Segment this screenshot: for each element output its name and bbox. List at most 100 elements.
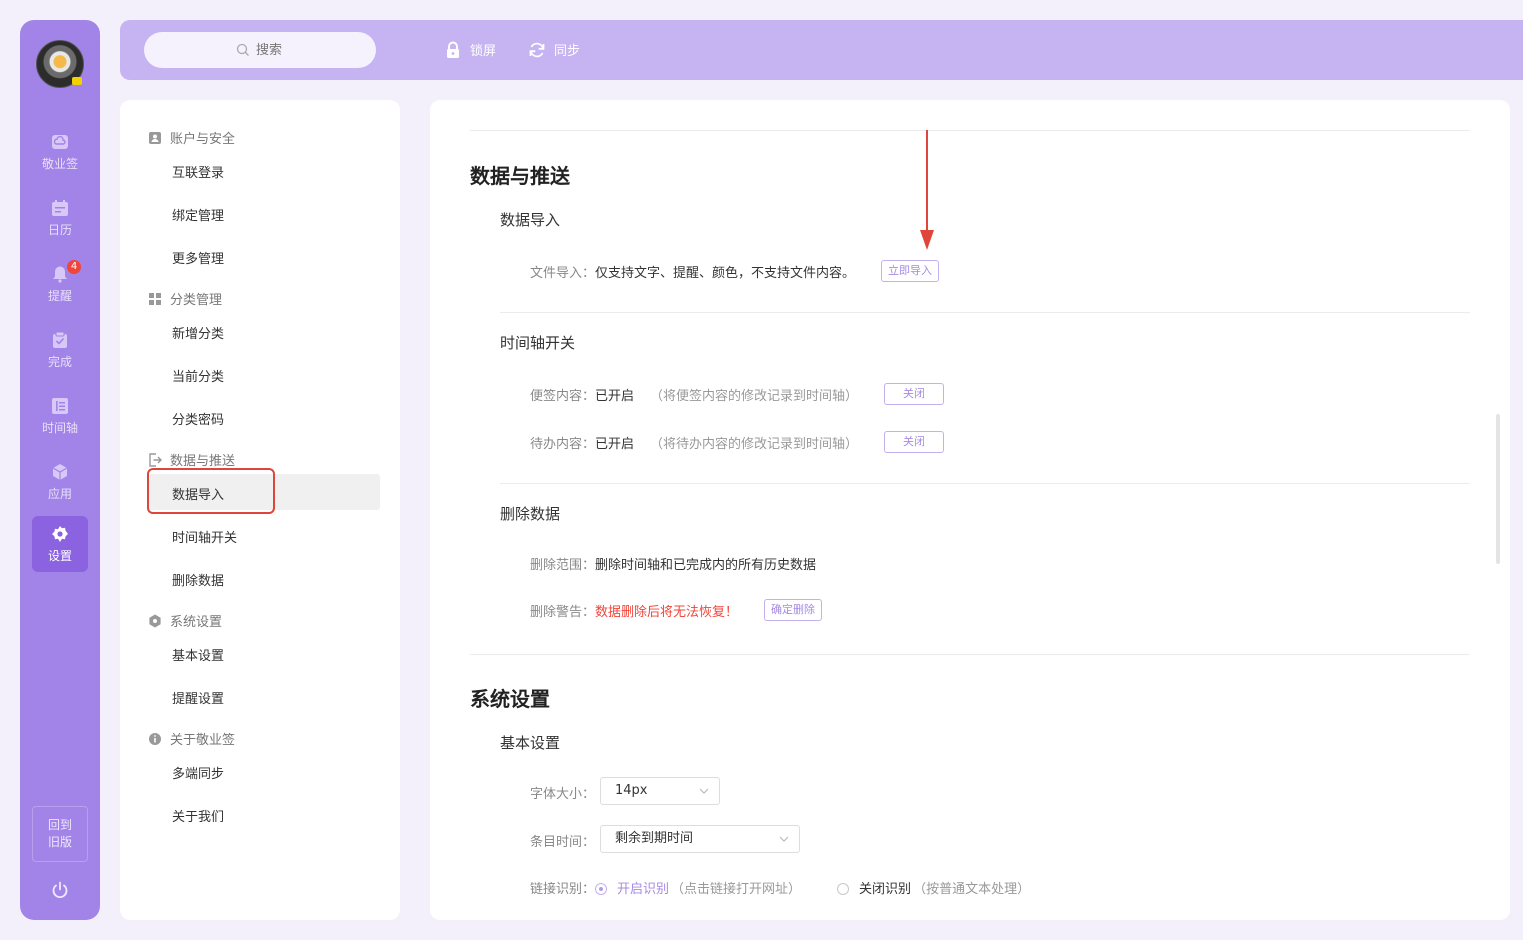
settings-nav: 账户与安全 互联登录 绑定管理 更多管理 分类管理 新增分类 当前分类 分类密码… xyxy=(120,100,400,920)
rail-item-label: 应用 xyxy=(47,487,72,501)
link-off-option[interactable]: 关闭识别 xyxy=(837,878,911,897)
nav-group-about: 关于敬业签 xyxy=(148,729,235,748)
item-time-row: 条目时间： xyxy=(530,831,595,850)
old-version-button[interactable]: 回到旧版 xyxy=(32,806,88,862)
import-label: 文件导入： xyxy=(530,265,596,281)
subsection-title-timeline: 时间轴开关 xyxy=(500,334,576,352)
nav-item-about-us[interactable]: 关于我们 xyxy=(172,806,224,825)
chevron-down-icon xyxy=(699,788,709,794)
link-on-label: 开启识别 xyxy=(617,882,670,897)
timeline-todo-row: 待办内容： 已开启 （将待办内容的修改记录到时间轴） 关闭 xyxy=(530,431,945,453)
timeline-note-row: 便签内容： 已开启 （将便签内容的修改记录到时间轴） 关闭 xyxy=(530,383,945,405)
link-on-hint: （点击链接打开网址） xyxy=(671,882,802,897)
nav-item-new-category[interactable]: 新增分类 xyxy=(172,323,224,342)
font-size-select[interactable]: 14px xyxy=(600,777,720,805)
search-icon xyxy=(236,43,249,56)
todo-close-button[interactable]: 关闭 xyxy=(884,431,945,453)
info-icon xyxy=(149,732,161,745)
link-detect-row: 链接识别： 开启识别 （点击链接打开网址） 关闭识别 （按普通文本处理） xyxy=(530,878,1030,897)
link-off-hint: （按普通文本处理） xyxy=(913,882,1031,897)
rail-item-label: 完成 xyxy=(47,355,72,369)
chevron-down-icon xyxy=(779,836,789,842)
font-size-value: 14px xyxy=(615,783,648,798)
account-icon xyxy=(149,131,161,144)
rail-item-calendar[interactable]: 日历 xyxy=(32,190,88,246)
nav-group-title: 分类管理 xyxy=(170,293,223,308)
font-size-row: 字体大小： xyxy=(530,783,595,802)
rail-item-notes[interactable]: 敬业签 xyxy=(32,124,88,180)
annotation-highlight-box xyxy=(147,468,275,514)
export-icon xyxy=(149,452,162,467)
reminder-count-badge: 4 xyxy=(67,260,81,274)
rail-item-settings[interactable]: 设置 xyxy=(32,516,88,572)
rail-item-label: 提醒 xyxy=(47,289,72,303)
rail-item-apps[interactable]: 应用 xyxy=(32,454,88,510)
divider xyxy=(500,312,1470,313)
nav-item-reminder-settings[interactable]: 提醒设置 xyxy=(172,688,224,707)
link-on-option[interactable]: 开启识别 xyxy=(595,878,669,897)
subsection-title-import: 数据导入 xyxy=(500,211,561,229)
cloud-note-icon xyxy=(52,135,68,149)
nav-item-current-category[interactable]: 当前分类 xyxy=(172,366,224,385)
nav-group-title: 账户与安全 xyxy=(170,132,236,147)
clipboard-check-icon xyxy=(53,331,67,348)
left-rail: 敬业签 日历 提醒 4 完成 时间轴 应用 设置 回到旧版 xyxy=(20,20,100,920)
sync-label: 同步 xyxy=(554,44,581,59)
nav-item-more[interactable]: 更多管理 xyxy=(172,248,224,267)
calendar-icon xyxy=(52,200,68,216)
item-time-select[interactable]: 剩余到期时间 xyxy=(600,825,800,853)
delete-warning-label: 删除警告： xyxy=(530,604,596,620)
nav-group-category: 分类管理 xyxy=(148,289,222,308)
nav-group-title: 数据与推送 xyxy=(170,454,236,469)
nav-item-delete-data[interactable]: 删除数据 xyxy=(172,570,224,589)
delete-warning-text: 数据删除后将无法恢复！ xyxy=(595,604,739,620)
rail-item-label: 设置 xyxy=(47,549,72,563)
rail-item-label: 日历 xyxy=(47,223,72,237)
rail-item-done[interactable]: 完成 xyxy=(32,322,88,378)
todo-hint: （将待办内容的修改记录到时间轴） xyxy=(650,436,859,452)
delete-range-row: 删除范围： 删除时间轴和已完成内的所有历史数据 xyxy=(530,554,816,573)
sync-button[interactable]: 同步 xyxy=(528,40,580,59)
import-now-button[interactable]: 立即导入 xyxy=(881,260,940,282)
sync-icon xyxy=(529,42,545,57)
divider xyxy=(470,654,1470,655)
lock-screen-label: 锁屏 xyxy=(470,44,497,59)
gear-icon xyxy=(52,526,68,542)
power-icon[interactable] xyxy=(50,880,70,900)
confirm-delete-button[interactable]: 确定删除 xyxy=(764,599,823,621)
nav-item-binding[interactable]: 绑定管理 xyxy=(172,205,224,224)
nav-item-timeline-switch[interactable]: 时间轴开关 xyxy=(172,527,237,546)
search-box[interactable] xyxy=(144,32,376,68)
nav-group-title: 系统设置 xyxy=(170,615,223,630)
font-size-label: 字体大小： xyxy=(530,787,596,802)
section-title-data-push: 数据与推送 xyxy=(470,164,570,188)
nav-item-linked-login[interactable]: 互联登录 xyxy=(172,162,224,181)
nav-item-multi-sync[interactable]: 多端同步 xyxy=(172,763,224,782)
scrollbar[interactable] xyxy=(1496,414,1500,564)
lock-icon xyxy=(447,41,459,58)
rail-item-label: 时间轴 xyxy=(41,421,78,435)
lock-screen-button[interactable]: 锁屏 xyxy=(444,40,496,59)
todo-status: 已开启 xyxy=(595,436,635,452)
import-text: 仅支持文字、提醒、颜色，不支持文件内容。 xyxy=(595,265,856,281)
radio-unchecked-icon[interactable] xyxy=(837,883,850,895)
delete-range-text: 删除时间轴和已完成内的所有历史数据 xyxy=(595,558,817,573)
nav-group-account: 账户与安全 xyxy=(148,128,235,147)
search-input[interactable] xyxy=(144,32,376,68)
nav-group-system: 系统设置 xyxy=(148,611,222,630)
nav-item-category-password[interactable]: 分类密码 xyxy=(172,409,224,428)
vip-badge-icon xyxy=(72,77,82,85)
nav-item-basic-settings[interactable]: 基本设置 xyxy=(172,645,224,664)
item-time-value: 剩余到期时间 xyxy=(615,831,694,846)
divider xyxy=(500,483,1470,484)
settings-content: 数据与推送 数据导入 文件导入： 仅支持文字、提醒、颜色，不支持文件内容。 立即… xyxy=(430,100,1510,920)
note-close-button[interactable]: 关闭 xyxy=(884,383,945,405)
rail-item-reminder[interactable]: 提醒 4 xyxy=(32,256,88,312)
rail-item-timeline[interactable]: 时间轴 xyxy=(32,388,88,444)
top-bar: 锁屏 同步 xyxy=(120,20,1523,80)
radio-checked-icon[interactable] xyxy=(595,883,608,895)
note-label: 便签内容： xyxy=(530,388,596,404)
subsection-title-basic: 基本设置 xyxy=(500,734,561,752)
timeline-icon xyxy=(52,398,68,414)
todo-label: 待办内容： xyxy=(530,436,596,452)
